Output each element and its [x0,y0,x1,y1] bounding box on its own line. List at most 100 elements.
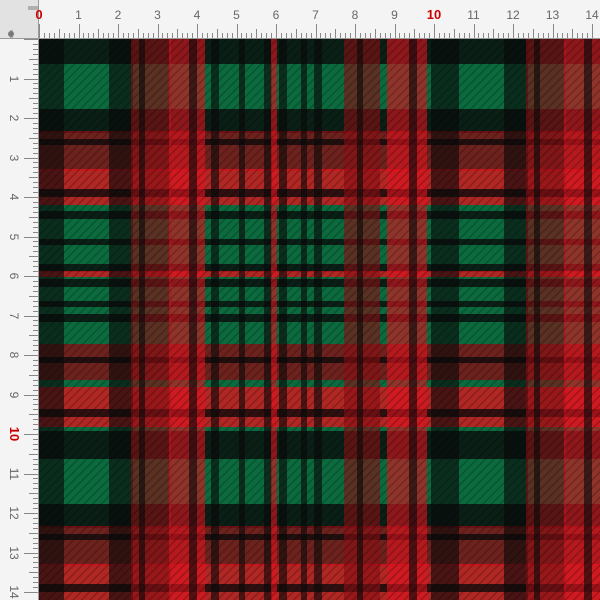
top-ruler-label-11: 11 [467,8,480,22]
left-ruler-tick [29,256,38,258]
left-ruler-tick [33,251,38,253]
left-ruler-tick [33,409,38,411]
top-ruler-tick [53,33,55,38]
top-ruler-tick [142,33,144,38]
top-ruler-tick [88,33,90,38]
top-ruler-tick [562,33,564,38]
left-ruler-tick [33,483,38,485]
top-ruler-tick [542,33,544,38]
top-ruler-tick [103,33,105,38]
top-ruler-tick [498,33,500,38]
top-ruler-tick [458,33,460,38]
left-ruler-tick [33,547,38,549]
left-ruler-tick [24,197,38,198]
left-ruler-tick [33,63,38,65]
top-ruler-tick [404,33,406,38]
top-ruler-label-10: 10 [426,7,442,22]
top-ruler-tick [394,24,396,38]
left-ruler-tick [33,226,38,228]
left-ruler-tick [33,458,38,460]
left-ruler-tick [29,453,38,455]
left-ruler-tick [29,374,38,376]
top-ruler-tick [98,29,100,38]
top-ruler-label-8: 8 [351,8,359,22]
left-ruler-tick [33,83,38,85]
left-ruler-label-2: 2 [7,114,21,122]
top-ruler-tick [305,33,307,38]
left-ruler-tick [33,201,38,203]
left-ruler-tick [24,513,38,514]
top-ruler-label-5: 5 [233,8,240,22]
top-ruler-tick [118,24,119,38]
top-ruler-tick [221,33,223,38]
top-ruler-tick [522,33,524,38]
left-ruler-tick [29,216,38,218]
top-ruler-tick [300,33,302,38]
left-ruler-tick [33,542,38,544]
top-ruler-tick [429,33,431,38]
top-ruler-label-6: 6 [272,8,280,22]
top-ruler-tick [468,33,470,38]
top-ruler-tick [438,33,440,38]
top-ruler-tick [557,33,559,38]
left-ruler-tick [33,147,38,149]
top-ruler-tick [488,33,490,38]
top-ruler-tick [582,33,584,38]
left-ruler-tick [33,246,38,248]
left-ruler-tick [33,211,38,213]
top-ruler-tick [552,24,554,38]
left-ruler-tick [33,498,38,500]
top-ruler-tick [399,33,401,38]
left-ruler-tick [33,582,38,584]
left-ruler-tick [29,414,38,416]
left-ruler-label-10: 10 [7,426,22,442]
left-ruler-label-6: 6 [7,272,21,280]
left-ruler-tick [24,355,38,356]
top-ruler-tick [113,33,115,38]
top-ruler-tick [39,24,40,38]
top-ruler-tick [547,33,549,38]
left-ruler-tick [29,58,38,60]
left-ruler-tick [33,325,38,327]
top-ruler-tick [93,33,95,38]
left-ruler-tick [33,290,38,292]
left-ruler-tick [33,43,38,45]
top-ruler-label-13: 13 [545,8,560,22]
left-ruler-tick [33,192,38,194]
left-ruler-tick [33,68,38,70]
top-ruler-tick [493,29,495,38]
left-ruler-tick [33,73,38,75]
top-ruler-tick [78,24,80,38]
left-ruler-tick [33,537,38,539]
left-ruler-tick [33,517,38,519]
top-ruler-tick [350,33,352,38]
top-ruler-tick [443,33,445,38]
left-ruler-tick [33,330,38,332]
top-ruler-tick [192,33,194,38]
top-ruler-tick [537,33,539,38]
left-ruler-tick [24,434,38,435]
top-ruler-tick [108,33,110,38]
top-ruler-tick [201,33,203,38]
top-ruler-tick [236,24,238,38]
left-ruler-tick [33,172,38,174]
left-ruler-tick [24,276,38,277]
top-ruler-tick [246,33,248,38]
twill-texture [39,39,600,600]
left-ruler-label-9: 9 [7,391,21,398]
top-ruler-label-14: 14 [585,8,599,22]
left-ruler-tick [29,137,38,139]
left-ruler-tick [33,221,38,223]
left-ruler-label-13: 13 [7,545,21,560]
left-ruler-tick [24,552,38,554]
top-ruler-tick [280,33,282,38]
top-ruler-label-0: 0 [35,7,43,22]
left-ruler-tick [33,152,38,154]
left-ruler-tick [33,350,38,352]
top-ruler-tick [152,33,154,38]
top-ruler-tick [226,33,228,38]
top-ruler-tick [73,33,75,38]
left-ruler-tick [24,39,38,40]
top-ruler-tick [364,33,366,38]
top-ruler-tick [483,33,485,38]
